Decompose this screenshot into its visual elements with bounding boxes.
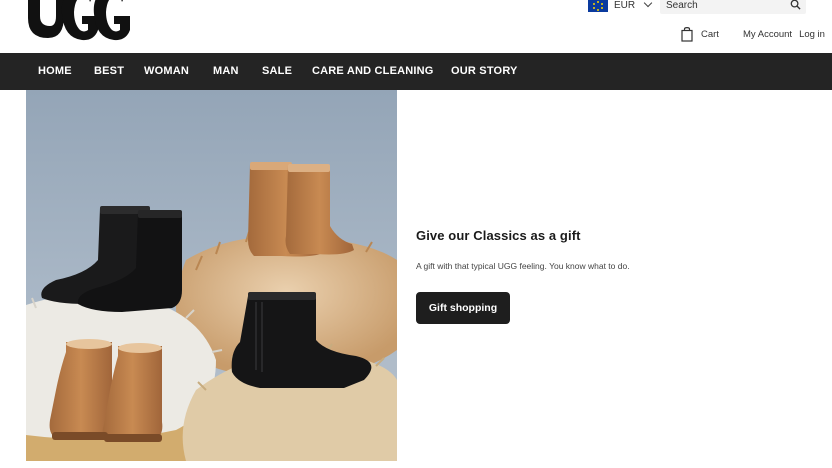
nav-item-home[interactable]: HOME (38, 65, 72, 77)
nav-item-our-story[interactable]: OUR STORY (451, 65, 518, 77)
nav-item-woman[interactable]: WOMAN (144, 65, 189, 77)
search-icon[interactable] (790, 0, 801, 10)
chevron-down-icon (643, 0, 653, 8)
login-link[interactable]: Log in (799, 29, 825, 40)
main-nav: HOME BEST WOMAN MAN SALE CARE AND CLEANI… (0, 53, 832, 90)
hero-image[interactable] (26, 90, 397, 461)
cart-link[interactable]: Cart (681, 27, 719, 42)
cart-label: Cart (701, 29, 719, 40)
search-input[interactable] (660, 0, 780, 13)
currency-selector[interactable]: EUR (588, 0, 653, 13)
ugg-logo[interactable] (26, 0, 130, 44)
nav-item-man[interactable]: MAN (213, 65, 239, 77)
nav-item-sale[interactable]: SALE (262, 65, 292, 77)
tan-mini-boots (49, 339, 163, 442)
account-row: Cart My Account Log in (681, 27, 825, 42)
boots-on-fur-image (26, 90, 397, 461)
gift-shopping-button[interactable]: Gift shopping (416, 292, 510, 324)
shopping-bag-icon (681, 27, 693, 42)
search-box (660, 0, 806, 14)
eu-flag-icon (588, 0, 608, 12)
ugg-logo-graphic (28, 0, 130, 41)
nav-item-care-and-cleaning[interactable]: CARE AND CLEANING (312, 65, 434, 77)
currency-code: EUR (614, 0, 636, 11)
promo-title: Give our Classics as a gift (416, 228, 581, 243)
nav-item-best[interactable]: BEST (94, 65, 124, 77)
my-account-link[interactable]: My Account (743, 29, 792, 40)
promo-text: A gift with that typical UGG feeling. Yo… (416, 261, 630, 271)
